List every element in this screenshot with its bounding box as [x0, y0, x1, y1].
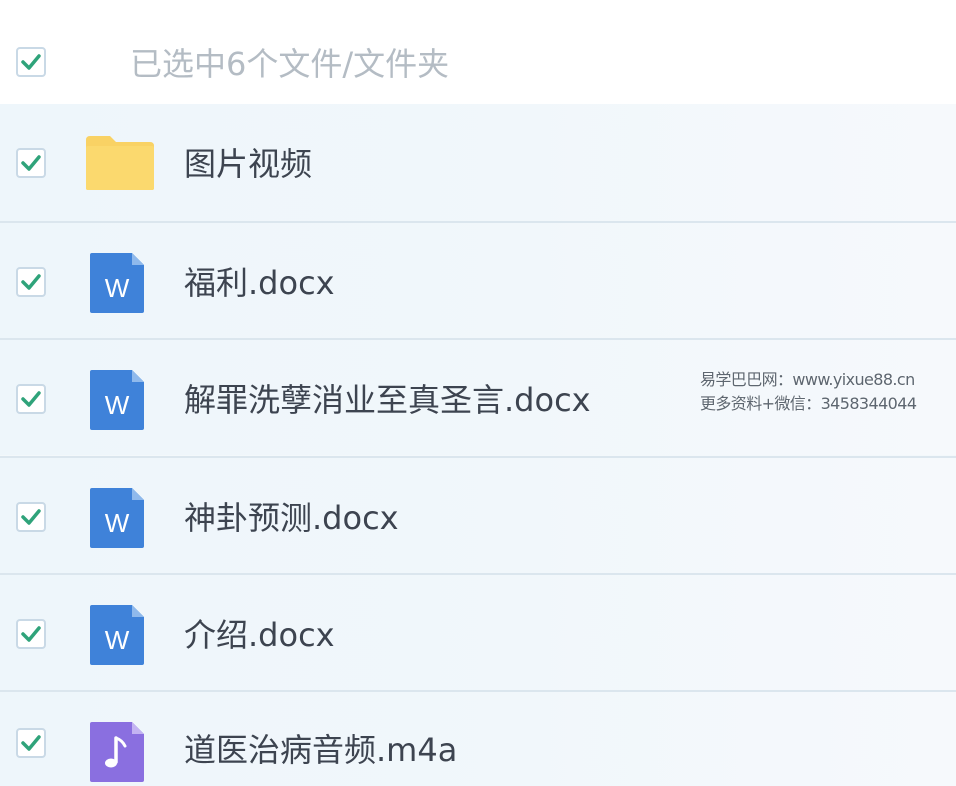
word-doc-icon: W [90, 253, 144, 313]
row-checkbox[interactable] [16, 148, 46, 178]
row-checkbox[interactable] [16, 267, 46, 297]
checkmark-icon [21, 509, 41, 525]
file-row[interactable]: W 福利.docx [0, 221, 956, 338]
watermark-line: 更多资料+微信：3458344044 [700, 394, 917, 413]
file-row[interactable]: 图片视频 [0, 104, 956, 221]
checkmark-icon [21, 391, 41, 407]
watermark: 易学巴巴网：www.yixue88.cn 更多资料+微信：3458344044 [700, 368, 950, 416]
word-doc-icon: W [90, 605, 144, 665]
checkmark-icon [21, 274, 41, 290]
checkmark-icon [21, 626, 41, 642]
file-name[interactable]: 介绍.docx [184, 613, 335, 657]
folder-icon [86, 136, 154, 190]
row-checkbox[interactable] [16, 728, 46, 758]
file-row[interactable]: 道医治病音频.m4a [0, 690, 956, 786]
file-name[interactable]: 解罪洗孽消业至真圣言.docx [184, 378, 591, 422]
row-checkbox[interactable] [16, 502, 46, 532]
select-all-checkbox[interactable] [16, 47, 46, 77]
checkmark-icon [21, 735, 41, 751]
svg-text:W: W [105, 273, 130, 303]
svg-text:W: W [105, 625, 130, 655]
checkmark-icon [21, 155, 41, 171]
file-row[interactable]: W 介绍.docx [0, 573, 956, 690]
selection-header: 已选中6个文件/文件夹 [0, 0, 956, 104]
selection-count-text: 已选中6个文件/文件夹 [130, 45, 450, 83]
svg-text:W: W [105, 390, 130, 420]
svg-text:W: W [105, 508, 130, 538]
file-name[interactable]: 福利.docx [184, 261, 335, 305]
row-checkbox[interactable] [16, 384, 46, 414]
word-doc-icon: W [90, 488, 144, 548]
file-name[interactable]: 道医治病音频.m4a [184, 728, 457, 772]
file-name[interactable]: 神卦预测.docx [184, 496, 399, 540]
file-name[interactable]: 图片视频 [184, 142, 312, 186]
music-note-icon [90, 722, 144, 782]
file-row[interactable]: W 神卦预测.docx [0, 456, 956, 573]
row-checkbox[interactable] [16, 619, 46, 649]
checkmark-icon [21, 54, 41, 70]
watermark-line: 易学巴巴网：www.yixue88.cn [700, 370, 915, 389]
word-doc-icon: W [90, 370, 144, 430]
